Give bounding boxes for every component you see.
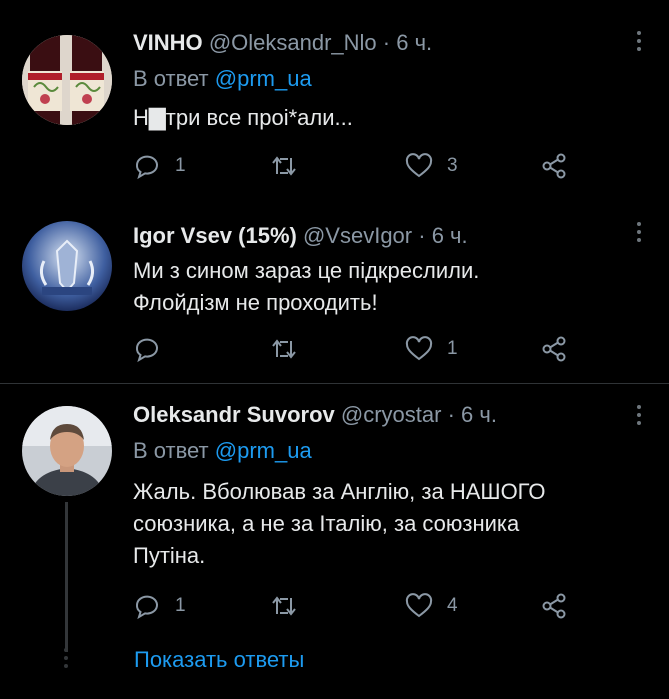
avatar-suvorov[interactable]	[22, 406, 112, 496]
thread-continuation-dots	[64, 648, 68, 672]
thread-line	[65, 128, 68, 200]
tweet-text: Н▇три все проі*али...	[133, 105, 353, 130]
heart-icon	[405, 593, 433, 618]
retweet-button[interactable]	[270, 333, 298, 365]
heart-icon	[405, 153, 433, 178]
retweet-icon	[272, 156, 296, 176]
like-count: 4	[447, 595, 458, 616]
reply-count: 1	[175, 155, 186, 176]
tweet-suvorov[interactable]: Oleksandr Suvorov @cryostar · 6 ч. В отв…	[0, 384, 669, 699]
reply-button[interactable]: 1	[133, 590, 186, 622]
tweet-vinho[interactable]: VINHO @Oleksandr_Nlo · 6 ч. В ответ @prm…	[0, 0, 669, 200]
reply-handle-link[interactable]: @prm_ua	[215, 438, 312, 463]
heart-icon	[405, 336, 433, 361]
reply-context: В ответ @prm_ua	[133, 438, 312, 464]
share-button[interactable]	[540, 150, 568, 182]
tweet-header: VINHO @Oleksandr_Nlo · 6 ч.	[133, 30, 432, 56]
more-vertical-icon[interactable]	[626, 28, 652, 54]
retweet-icon	[272, 596, 296, 616]
more-vertical-icon[interactable]	[626, 402, 652, 428]
reply-handle-link[interactable]: @prm_ua	[215, 66, 312, 91]
like-button[interactable]: 4	[405, 590, 458, 622]
reply-button[interactable]: 1	[133, 150, 186, 182]
tweet-header: Oleksandr Suvorov @cryostar · 6 ч.	[133, 402, 497, 428]
thread-line	[65, 502, 68, 652]
timestamp[interactable]: · 6 ч.	[383, 30, 432, 55]
tweet-text: Жаль. Вболював за Англію, за НАШОГО союз…	[133, 476, 633, 572]
reply-count: 1	[175, 595, 186, 616]
tweet-text-line: Жаль. Вболював за Англію, за НАШОГО	[133, 479, 546, 504]
share-button[interactable]	[540, 333, 568, 365]
display-name[interactable]: Oleksandr Suvorov	[133, 402, 335, 427]
like-button[interactable]: 1	[405, 333, 458, 365]
tweet-actions: 1	[133, 333, 593, 365]
reply-icon	[136, 155, 158, 180]
share-icon	[542, 336, 566, 362]
coat-of-arms-image	[22, 221, 112, 311]
show-replies-link[interactable]: Показать ответы	[134, 647, 304, 673]
reply-icon	[136, 338, 158, 363]
tweet-actions: 1 3	[133, 150, 593, 182]
tweet-text-line: Флойдізм не проходить!	[133, 290, 378, 315]
reply-icon	[136, 595, 158, 620]
user-handle[interactable]: @Oleksandr_Nlo	[209, 30, 377, 55]
user-handle[interactable]: @cryostar	[341, 402, 442, 427]
display-name[interactable]: Igor Vsev (15%)	[133, 223, 297, 248]
avatar-igor[interactable]	[22, 221, 112, 311]
display-name[interactable]: VINHO	[133, 30, 203, 55]
tweet-actions: 1 4	[133, 590, 593, 622]
reply-prefix: В ответ	[133, 66, 209, 91]
share-icon	[542, 153, 566, 179]
user-handle[interactable]: @VsevIgor	[303, 223, 412, 248]
wine-bottles-image	[22, 35, 112, 125]
retweet-button[interactable]	[270, 150, 298, 182]
like-count: 1	[447, 338, 458, 359]
retweet-button[interactable]	[270, 590, 298, 622]
like-count: 3	[447, 155, 458, 176]
reply-prefix: В ответ	[133, 438, 209, 463]
tweet-igor[interactable]: Igor Vsev (15%) @VsevIgor · 6 ч. Ми з си…	[0, 200, 669, 383]
reply-button[interactable]	[133, 333, 161, 365]
timestamp[interactable]: · 6 ч.	[418, 223, 467, 248]
tweet-text-line: Ми з сином зараз це підкреслили.	[133, 258, 480, 283]
retweet-icon	[272, 339, 296, 359]
share-button[interactable]	[540, 590, 568, 622]
timestamp[interactable]: · 6 ч.	[448, 402, 497, 427]
like-button[interactable]: 3	[405, 150, 458, 182]
profile-photo	[22, 406, 112, 496]
tweet-text-line: Путіна.	[133, 543, 206, 568]
tweet-text-line: союзника, а не за Італію, за союзника	[133, 511, 520, 536]
share-icon	[542, 593, 566, 619]
tweet-header: Igor Vsev (15%) @VsevIgor · 6 ч.	[133, 223, 468, 249]
reply-context: В ответ @prm_ua	[133, 66, 312, 92]
tweet-text: Ми з сином зараз це підкреслили. Флойдіз…	[133, 255, 633, 319]
more-vertical-icon[interactable]	[626, 219, 652, 245]
avatar-vinho[interactable]	[22, 35, 112, 125]
